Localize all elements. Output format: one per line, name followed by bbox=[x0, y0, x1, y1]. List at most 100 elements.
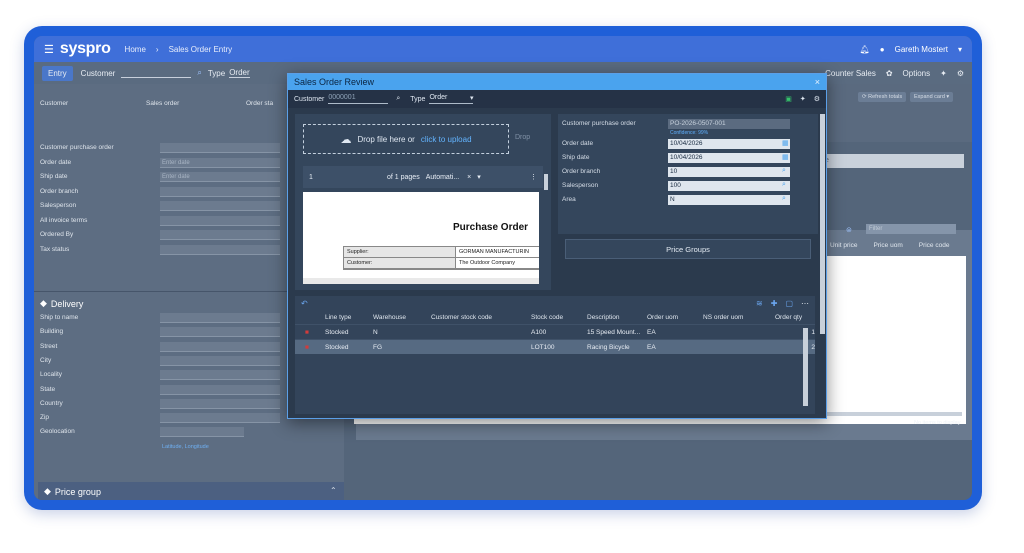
counter-sales-menu[interactable]: Counter Sales bbox=[825, 69, 876, 78]
line-input[interactable]: line bbox=[814, 154, 964, 168]
grid-column-header[interactable]: Line type bbox=[325, 314, 373, 321]
dialog-type-select[interactable]: Order ▾ bbox=[429, 94, 474, 104]
close-icon[interactable]: × bbox=[467, 174, 471, 181]
dialog-title-bar[interactable]: Sales Order Review × bbox=[288, 74, 826, 90]
calendar-icon[interactable]: ▦ bbox=[782, 153, 789, 161]
upload-link[interactable]: click to upload bbox=[421, 135, 472, 144]
undo-icon[interactable]: ↶ bbox=[301, 299, 308, 308]
user-name[interactable]: Gareth Mostert bbox=[895, 45, 948, 54]
no-items-text: No items to display bbox=[914, 420, 961, 426]
filter-input[interactable]: Filter bbox=[866, 224, 956, 234]
more-icon[interactable]: ⋯ bbox=[801, 299, 809, 308]
field-input[interactable]: Enter date bbox=[160, 172, 280, 182]
layers-icon[interactable]: ≋ bbox=[756, 299, 763, 308]
dialog-toolbar: Customer 0000001 ⌕ Type Order ▾ ▣ ✦ ⚙ bbox=[288, 90, 826, 108]
bell-icon[interactable]: 🔔︎ bbox=[860, 45, 870, 54]
field-input[interactable] bbox=[160, 186, 280, 197]
pdf-table-value: GORMAN MANUFACTURIN bbox=[459, 249, 529, 255]
field-input[interactable] bbox=[160, 143, 280, 153]
grid-cell: N bbox=[373, 328, 378, 336]
dialog-customer-input[interactable]: 0000001 bbox=[328, 94, 389, 104]
pdf-preview[interactable]: Purchase Order Supplier: GORMAN MANUFACTU… bbox=[303, 192, 539, 284]
grid-column-header[interactable]: NS order uom bbox=[703, 314, 775, 321]
caret-down-icon[interactable]: ▾ bbox=[477, 173, 481, 181]
refresh-totals-button[interactable]: ⟳ Refresh totals bbox=[858, 92, 907, 102]
options-menu[interactable]: Options bbox=[903, 69, 931, 78]
sparkle-icon[interactable]: ✦ bbox=[940, 69, 947, 78]
delivery-field-input[interactable] bbox=[160, 313, 280, 323]
form-input[interactable]: PO-2026-0507-001 bbox=[668, 119, 790, 129]
field-input[interactable]: Enter date bbox=[160, 157, 280, 168]
field-input[interactable] bbox=[160, 230, 280, 240]
price-group-section-title[interactable]: ◆ Price group bbox=[44, 486, 101, 497]
pane-scrollbar[interactable] bbox=[544, 174, 548, 190]
calendar-icon[interactable]: ▦ bbox=[782, 139, 789, 147]
copy-icon[interactable]: ▢ bbox=[785, 299, 793, 308]
form-input[interactable]: 100 bbox=[668, 181, 790, 191]
grid-column-header[interactable]: Order uom bbox=[647, 314, 703, 321]
settings-icon[interactable]: ⚙ bbox=[957, 69, 964, 78]
grid-scrollbar[interactable] bbox=[803, 328, 808, 406]
pdf-page-input[interactable]: 1 bbox=[309, 174, 387, 181]
search-icon[interactable]: ⌕ bbox=[197, 68, 201, 78]
user-avatar-icon[interactable]: ● bbox=[880, 45, 885, 54]
delivery-field-input[interactable] bbox=[160, 327, 280, 338]
field-input[interactable] bbox=[160, 201, 280, 211]
form-input[interactable]: 10/04/2026 bbox=[668, 153, 790, 163]
delivery-field-input[interactable] bbox=[160, 341, 280, 352]
entry-button[interactable]: Entry bbox=[42, 65, 73, 81]
dialog-scrollbar[interactable] bbox=[820, 114, 825, 334]
pin-icon: ◆ bbox=[40, 298, 47, 308]
form-input[interactable]: 10 bbox=[668, 167, 790, 177]
extracted-fields-pane: Customer purchase order PO-2026-0507-001 O… bbox=[558, 114, 818, 234]
sparkle-icon[interactable]: ✦ bbox=[800, 95, 806, 103]
search-icon[interactable]: ⌕ bbox=[782, 195, 786, 203]
delivery-field-input[interactable] bbox=[160, 398, 280, 409]
delivery-field-input[interactable] bbox=[160, 355, 280, 366]
grid-row[interactable]: ■ Stocked N A100 15 Speed Mount... EA 1 bbox=[295, 324, 815, 339]
app-logo[interactable]: syspro bbox=[60, 40, 111, 58]
grid-column-header[interactable]: Warehouse bbox=[373, 314, 431, 321]
filter-icon[interactable]: ⊜ bbox=[846, 226, 852, 234]
grid-cell: A100 bbox=[531, 328, 547, 336]
grid-column-header[interactable]: Order qty bbox=[775, 314, 815, 321]
search-icon[interactable]: ⌕ bbox=[396, 95, 400, 103]
grid-column-header[interactable]: Stock code bbox=[531, 314, 587, 321]
chevron-up-icon[interactable]: ⌃ bbox=[330, 486, 337, 495]
delete-icon[interactable]: ■ bbox=[295, 344, 325, 351]
pdf-zoom-select[interactable]: Automati... bbox=[426, 174, 459, 181]
chevron-down-icon[interactable]: ▾ bbox=[958, 45, 962, 54]
more-vertical-icon[interactable]: ⋮ bbox=[530, 173, 537, 181]
price-groups-button[interactable]: Price Groups bbox=[565, 239, 811, 259]
form-input[interactable]: N bbox=[668, 195, 790, 205]
expand-card-button[interactable]: Expand card ▾ bbox=[910, 92, 954, 102]
gear-icon[interactable]: ⚙ bbox=[814, 95, 820, 103]
delivery-field-input[interactable] bbox=[160, 413, 280, 424]
grid-column-header[interactable]: Customer stock code bbox=[431, 314, 531, 321]
delivery-field-input[interactable] bbox=[160, 427, 244, 438]
breadcrumb-home[interactable]: Home bbox=[125, 45, 146, 54]
grid-column-header[interactable]: Description bbox=[587, 314, 647, 321]
delivery-section-title[interactable]: ◆ Delivery bbox=[40, 298, 83, 309]
delete-icon[interactable]: ■ bbox=[295, 329, 325, 336]
delivery-field-input[interactable] bbox=[160, 370, 280, 381]
pdf-scrollbar[interactable] bbox=[303, 278, 539, 284]
grid-cell: LOT100 bbox=[531, 343, 555, 351]
close-icon[interactable]: × bbox=[815, 77, 820, 87]
type-select[interactable]: Order bbox=[229, 68, 250, 78]
search-icon[interactable]: ⌕ bbox=[782, 181, 786, 189]
save-icon[interactable]: ▣ bbox=[785, 95, 792, 103]
grid-row[interactable]: ■ Stocked FG LOT100 Racing Bicycle EA 2 bbox=[295, 339, 815, 354]
file-dropzone[interactable]: ☁ Drop file here or click to upload bbox=[303, 124, 509, 154]
field-label: Ship date bbox=[40, 173, 68, 180]
add-icon[interactable]: ✚ bbox=[771, 299, 778, 308]
delivery-field-input[interactable] bbox=[160, 384, 280, 395]
form-input[interactable]: 10/04/2026 bbox=[668, 139, 790, 149]
customer-input[interactable] bbox=[121, 68, 192, 78]
delivery-field-label: Street bbox=[40, 342, 58, 350]
menu-icon[interactable]: ☰ bbox=[44, 43, 54, 56]
search-icon[interactable]: ⌕ bbox=[782, 167, 786, 175]
field-input[interactable] bbox=[160, 215, 280, 226]
field-input[interactable] bbox=[160, 244, 280, 255]
gear-icon[interactable]: ✿ bbox=[886, 69, 893, 78]
